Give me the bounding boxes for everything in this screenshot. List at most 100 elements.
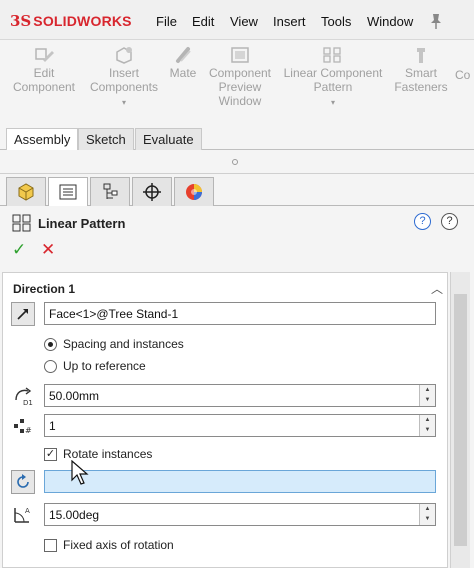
insert-components-dropdown-icon[interactable]: ▾ xyxy=(86,96,162,110)
tab-assembly[interactable]: Assembly xyxy=(6,128,79,150)
spin-down-icon[interactable]: ▼ xyxy=(420,395,435,405)
tab-display-manager[interactable] xyxy=(174,177,214,206)
spin-down-icon[interactable]: ▼ xyxy=(420,514,435,524)
whats-new-help-glyph: ? xyxy=(419,215,426,227)
help-icon[interactable]: ? xyxy=(441,213,458,230)
menu-tools[interactable]: Tools xyxy=(321,14,351,29)
smart-fasteners-button[interactable]: Smart Fasteners xyxy=(392,46,450,94)
fixed-axis-checkbox[interactable]: Fixed axis of rotation xyxy=(44,538,174,552)
mate-button[interactable]: Mate xyxy=(166,46,200,80)
collapse-chevron-icon[interactable]: ︿ xyxy=(431,280,443,297)
svg-text:D1: D1 xyxy=(23,399,33,406)
spacing-and-instances-radio[interactable]: Spacing and instances xyxy=(44,337,184,351)
tab-dimxpert-manager[interactable] xyxy=(132,177,172,206)
spacing-value: 50.00mm xyxy=(49,389,100,403)
spacing-field[interactable]: 50.00mm ▲ ▼ xyxy=(44,384,436,407)
ds-logo-icon: 3S xyxy=(10,12,32,30)
spin-up-icon[interactable]: ▲ xyxy=(420,504,435,514)
component-preview-window-label: Component Preview Window xyxy=(208,66,272,108)
linear-component-pattern-label: Linear Component Pattern xyxy=(283,66,383,94)
rotate-instances-label: Rotate instances xyxy=(63,447,153,461)
menu-edit[interactable]: Edit xyxy=(192,14,214,29)
display-manager-icon xyxy=(186,184,202,200)
instances-value: 1 xyxy=(49,419,56,433)
mouse-cursor-icon xyxy=(71,460,89,485)
rotation-axis-button[interactable] xyxy=(11,470,35,494)
truncated-command-button[interactable]: Co xyxy=(455,68,474,82)
smart-fasteners-label: Smart Fasteners xyxy=(394,66,448,94)
checkbox-unchecked-icon xyxy=(44,538,57,552)
panel-scrollbar[interactable] xyxy=(450,272,470,568)
edit-component-icon xyxy=(35,48,54,62)
reverse-direction-icon xyxy=(17,309,28,320)
command-manager-tabs: Assembly Sketch Evaluate xyxy=(0,126,474,150)
panel-splitter[interactable] xyxy=(0,150,474,174)
property-manager-icon xyxy=(59,184,77,200)
linear-component-pattern-icon xyxy=(323,47,341,63)
insert-components-button[interactable]: Insert Components ▾ xyxy=(86,46,162,110)
scrollbar-thumb[interactable] xyxy=(454,294,467,546)
spin-up-icon[interactable]: ▲ xyxy=(420,385,435,395)
linear-pattern-icon xyxy=(12,214,31,232)
cancel-button[interactable]: ✕ xyxy=(41,240,55,260)
page-title: Linear Pattern xyxy=(38,215,126,231)
insert-components-label: Insert Components xyxy=(89,66,159,94)
checkbox-checked-icon: ✓ xyxy=(44,447,57,461)
instances-icon: # xyxy=(11,414,35,438)
manager-tabs xyxy=(0,174,474,206)
brand-name: SOLIDWORKS xyxy=(33,13,132,29)
ok-button[interactable]: ✓ xyxy=(12,240,26,260)
menu-insert[interactable]: Insert xyxy=(273,14,306,29)
spin-up-icon[interactable]: ▲ xyxy=(420,415,435,425)
tab-property-manager[interactable] xyxy=(48,177,88,206)
mate-label: Mate xyxy=(169,66,197,80)
tab-evaluate[interactable]: Evaluate xyxy=(135,128,202,150)
crosshair-icon xyxy=(143,183,161,201)
linear-component-pattern-button[interactable]: Linear Component Pattern ▾ xyxy=(280,46,386,110)
insert-components-icon xyxy=(116,47,132,64)
radio-selected-icon xyxy=(44,337,57,351)
spacing-icon: D1 xyxy=(11,384,35,408)
up-to-reference-radio[interactable]: Up to reference xyxy=(44,359,146,373)
feature-manager-icon xyxy=(18,183,34,201)
tab-configuration-manager[interactable] xyxy=(90,177,130,206)
component-preview-window-button[interactable]: Component Preview Window xyxy=(204,46,276,108)
component-preview-window-icon xyxy=(231,47,249,63)
tab-sketch[interactable]: Sketch xyxy=(78,128,134,150)
menu-file[interactable]: File xyxy=(156,14,177,29)
whats-new-help-icon[interactable]: ? xyxy=(414,213,431,230)
instances-stepper[interactable]: ▲ ▼ xyxy=(419,415,435,436)
pattern-direction-field[interactable]: Face<1>@Tree Stand-1 xyxy=(44,302,436,325)
help-glyph: ? xyxy=(446,215,453,227)
menu-window[interactable]: Window xyxy=(367,14,413,29)
spacing-stepper[interactable]: ▲ ▼ xyxy=(419,385,435,406)
menu-bar: 3S SOLIDWORKS File Edit View Insert Tool… xyxy=(0,0,474,40)
rotate-instances-checkbox[interactable]: ✓ Rotate instances xyxy=(44,447,152,461)
spacing-and-instances-label: Spacing and instances xyxy=(63,337,184,351)
truncated-command-label: Co xyxy=(455,68,471,82)
instances-field[interactable]: 1 ▲ ▼ xyxy=(44,414,436,437)
reverse-direction-button[interactable] xyxy=(11,302,35,326)
angle-stepper[interactable]: ▲ ▼ xyxy=(419,504,435,525)
smart-fasteners-icon xyxy=(417,48,425,63)
edit-component-label: Edit Component xyxy=(12,66,76,94)
radio-unselected-icon xyxy=(44,359,57,373)
edit-component-button[interactable]: Edit Component xyxy=(10,46,78,94)
menu-view[interactable]: View xyxy=(230,14,258,29)
svg-text:#: # xyxy=(25,426,32,435)
rotation-axis-field[interactable] xyxy=(44,470,436,493)
rotate-icon xyxy=(17,474,29,488)
command-ribbon: Edit Component Insert Components ▾ Mate … xyxy=(0,40,474,126)
angle-value: 15.00deg xyxy=(49,508,100,522)
tab-feature-manager[interactable] xyxy=(6,177,46,206)
linear-component-pattern-dropdown-icon[interactable]: ▾ xyxy=(280,96,386,110)
spin-down-icon[interactable]: ▼ xyxy=(420,425,435,435)
mate-icon xyxy=(176,47,191,63)
svg-text:A: A xyxy=(25,507,30,515)
angle-icon: A xyxy=(11,503,35,527)
splitter-handle-icon[interactable] xyxy=(232,159,238,165)
pin-icon[interactable] xyxy=(428,12,444,30)
direction-1-title: Direction 1 xyxy=(13,282,76,296)
solidworks-logo[interactable]: 3S SOLIDWORKS xyxy=(10,11,132,31)
angle-field[interactable]: 15.00deg ▲ ▼ xyxy=(44,503,436,526)
